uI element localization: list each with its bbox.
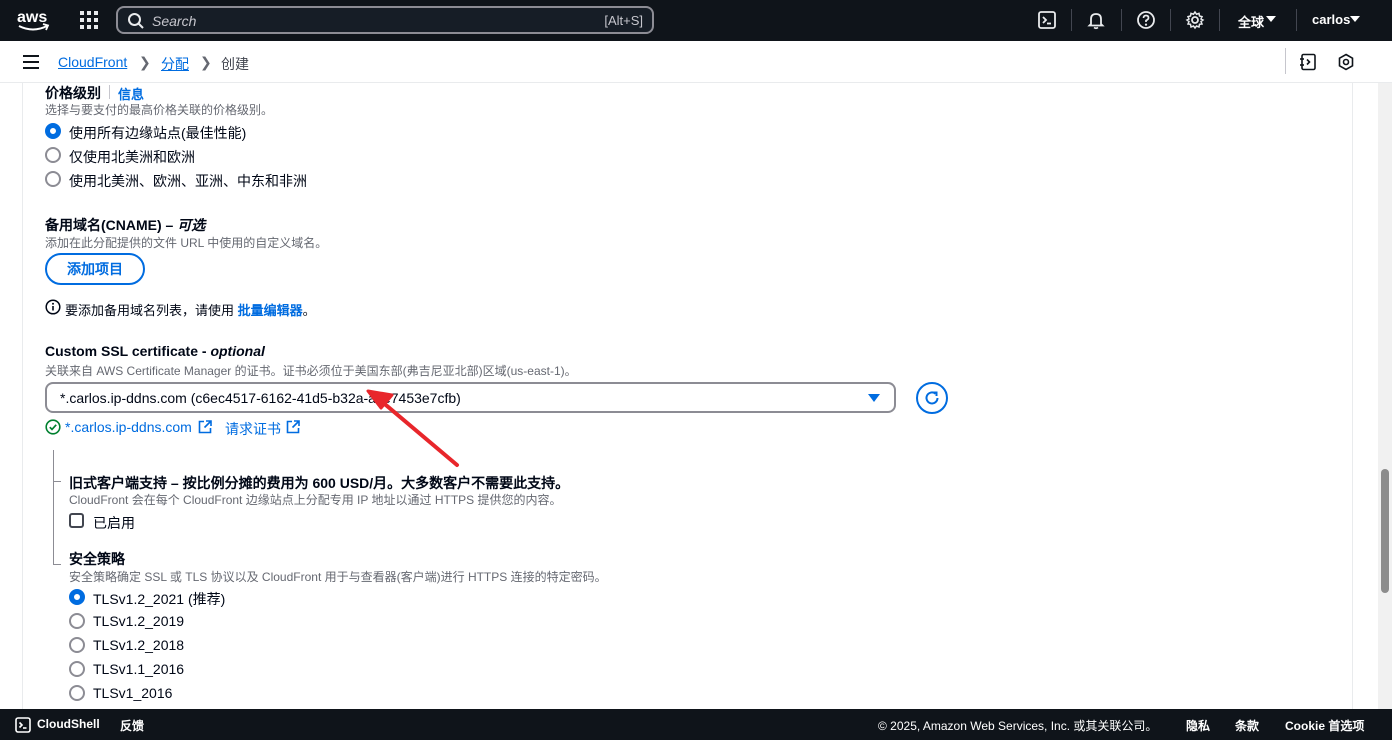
breadcrumb-create: 创建 [221,56,249,72]
tree-connector [53,564,61,565]
aws-logo[interactable]: aws [16,6,50,34]
scrollbar-track[interactable] [1378,83,1392,709]
nav-divider [1121,9,1122,31]
tls-option-label: TLSv1.1_2016 [93,661,185,677]
nav-divider [1170,9,1171,31]
top-navigation: aws Search [Alt+S] 全球 carlos [0,0,1392,41]
cname-hint: 要添加备用域名列表，请使用 批量编辑器。 [65,303,316,318]
external-link-icon[interactable] [198,420,212,434]
cname-description: 添加在此分配提供的文件 URL 中使用的自定义域名。 [45,236,328,250]
feedback-button[interactable]: 反馈 [120,717,144,734]
search-placeholder: Search [152,13,197,29]
nav-divider [1296,9,1297,31]
price-class-radio-na-eu-asia[interactable] [45,171,61,187]
add-item-button[interactable]: 添加项目 [45,253,145,285]
legacy-clients-checkbox[interactable] [69,513,84,528]
refresh-icon [925,391,939,405]
tls-option-label: TLSv1_2016 [93,685,173,701]
copyright-text: © 2025, Amazon Web Services, Inc. 或其关联公司… [878,719,1158,733]
cloudshell-button[interactable]: CloudShell [37,717,100,731]
security-policy-label: 安全策略 [69,551,125,567]
legacy-clients-checkbox-label: 已启用 [93,515,135,531]
cname-label: 备用域名(CNAME) – 可选 [45,217,206,233]
hexagon-status-icon[interactable] [1337,53,1355,71]
cloudshell-icon[interactable] [1037,10,1057,30]
tls-radio-1-1-2016[interactable] [69,661,85,677]
tree-connector [53,450,54,564]
price-class-description: 选择与要支付的最高价格关联的价格级别。 [45,103,274,117]
footer: CloudShell 反馈 © 2025, Amazon Web Service… [0,709,1392,740]
scrollbar-thumb[interactable] [1381,469,1389,593]
cloudshell-icon[interactable] [15,717,31,733]
account-menu[interactable]: carlos [1312,12,1350,27]
price-class-radio-all[interactable] [45,123,61,139]
ssl-label: Custom SSL certificate - optional [45,343,265,359]
main-content: 价格级别 信息 选择与要支付的最高价格关联的价格级别。 使用所有边缘站点(最佳性… [0,83,1378,709]
success-check-icon [45,419,61,435]
settings-gear-icon[interactable] [1185,10,1205,30]
security-policy-description: 安全策略确定 SSL 或 TLS 协议以及 CloudFront 用于与查看器(… [69,570,607,584]
search-bar[interactable]: Search [Alt+S] [116,6,654,34]
ssl-certificate-select[interactable]: *.carlos.ip-ddns.com (c6ec4517-6162-41d5… [45,382,896,413]
request-certificate-link[interactable]: 请求证书 [225,419,281,439]
services-grid-icon[interactable] [80,11,98,29]
chevron-right-icon: ❯ [200,54,212,70]
region-selector[interactable]: 全球 [1238,12,1264,31]
tls-option-label: TLSv1.2_2019 [93,613,185,629]
search-icon [128,13,144,29]
divider [1285,48,1286,74]
price-class-label: 价格级别 [45,85,101,101]
price-class-option-label: 仅使用北美洲和欧洲 [69,149,195,165]
ssl-selected-value: *.carlos.ip-ddns.com (c6ec4517-6162-41d5… [60,390,461,406]
svg-text:aws: aws [17,9,47,26]
bulk-editor-link[interactable]: 批量编辑器 [238,303,303,318]
help-icon[interactable] [1136,10,1156,30]
tls-option-label: TLSv1.2_2021 (推荐) [93,591,226,607]
search-shortcut: [Alt+S] [604,13,643,28]
chevron-right-icon: ❯ [139,54,151,70]
menu-icon[interactable] [23,55,39,69]
tls-option-label: TLSv1.2_2018 [93,637,185,653]
terms-link[interactable]: 条款 [1235,717,1259,734]
tree-connector [53,481,61,482]
privacy-link[interactable]: 隐私 [1186,717,1210,734]
side-panel-icon[interactable] [1299,53,1317,71]
breadcrumb-distributions[interactable]: 分配 [161,54,189,74]
bell-icon[interactable] [1086,10,1106,30]
certificate-link[interactable]: *.carlos.ip-ddns.com [65,419,192,435]
account-caret-icon [1350,16,1360,22]
tls-radio-1-2-2019[interactable] [69,613,85,629]
nav-divider [1219,9,1220,31]
info-icon [45,299,61,315]
price-class-option-label: 使用所有边缘站点(最佳性能) [69,125,247,141]
legacy-clients-label: 旧式客户端支持 – 按比例分摊的费用为 600 USD/月。大多数客户不需要此支… [69,475,570,491]
price-class-radio-na-eu[interactable] [45,147,61,163]
breadcrumb-cloudfront[interactable]: CloudFront [58,54,127,70]
region-caret-icon [1266,16,1276,22]
cookie-preferences-link[interactable]: Cookie 首选项 [1285,717,1364,734]
nav-divider [1071,9,1072,31]
caret-down-icon [868,394,880,402]
divider [109,85,110,99]
tls-radio-1-2016[interactable] [69,685,85,701]
refresh-certificates-button[interactable] [916,382,948,414]
external-link-icon[interactable] [286,420,300,434]
legacy-clients-description: CloudFront 会在每个 CloudFront 边缘站点上分配专用 IP … [69,493,562,507]
tls-radio-1-2-2021[interactable] [69,589,85,605]
tls-radio-1-2-2018[interactable] [69,637,85,653]
price-class-option-label: 使用北美洲、欧洲、亚洲、中东和非洲 [69,173,307,189]
breadcrumb-bar: CloudFront ❯ 分配 ❯ 创建 [0,41,1392,83]
ssl-description: 关联来自 AWS Certificate Manager 的证书。证书必须位于美… [45,364,577,378]
